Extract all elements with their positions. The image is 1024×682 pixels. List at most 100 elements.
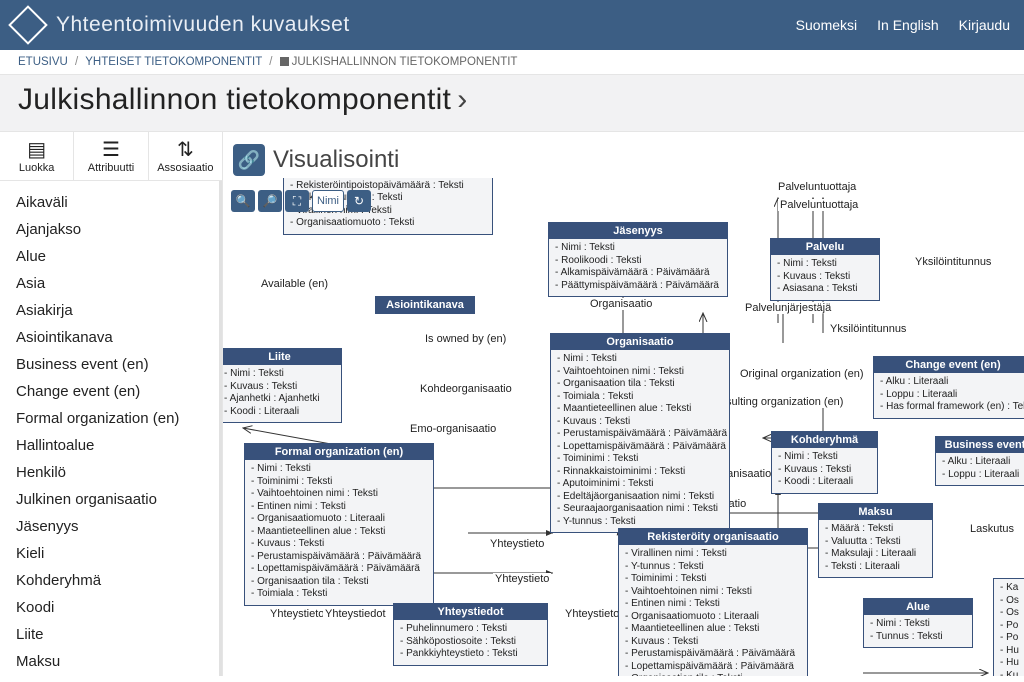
edge-label: Palvelunjärjestäjä xyxy=(743,302,833,314)
class-list-item[interactable]: Asia xyxy=(16,270,219,297)
uml-attribute: Vaihtoehtoinen nimi : Teksti xyxy=(625,586,801,599)
uml-box-alue[interactable]: Alue Nimi : TekstiTunnus : Teksti xyxy=(863,598,973,648)
class-list-item[interactable]: Hallintoalue xyxy=(16,432,219,459)
refresh-icon[interactable]: ↻ xyxy=(347,190,371,212)
uml-attribute: Nimi : Teksti xyxy=(555,242,721,255)
uml-attribute: Ka xyxy=(1000,582,1024,595)
uml-box-asiointikanava[interactable]: Asiointikanava xyxy=(375,296,475,314)
uml-box-right-partial[interactable]: KaOsOsPoPoHuHuKuKu xyxy=(993,578,1024,676)
share-icon[interactable]: 🔗 xyxy=(233,144,265,176)
uml-attribute: Ku xyxy=(1000,670,1024,677)
class-list-item[interactable]: Alue xyxy=(16,243,219,270)
uml-attribute: Po xyxy=(1000,620,1024,633)
uml-attribute: Lopettamispäivämäärä : Päivämäärä xyxy=(251,563,427,576)
breadcrumb-components[interactable]: YHTEISET TIETOKOMPONENTIT xyxy=(85,56,262,68)
class-list-item[interactable]: Asiointikanava xyxy=(16,324,219,351)
class-list-item[interactable]: Nimike xyxy=(16,675,219,676)
uml-box-organisaatio[interactable]: Organisaatio Nimi : TekstiVaihtoehtoinen… xyxy=(550,333,730,533)
class-list-item[interactable]: Koodi xyxy=(16,594,219,621)
uml-box-palvelu[interactable]: Palvelu Nimi : TekstiKuvaus : TekstiAsia… xyxy=(770,238,880,301)
visualization-toolbar: 🔍 🔎 ⛶ Nimi ↻ xyxy=(231,190,371,212)
class-list-item[interactable]: Ajanjakso xyxy=(16,216,219,243)
uml-box-kohderyhma[interactable]: Kohderyhmä Nimi : TekstiKuvaus : TekstiK… xyxy=(771,431,878,494)
class-list-item[interactable]: Aikaväli xyxy=(16,189,219,216)
edge-label: Yhteystieto xyxy=(488,538,546,550)
uml-attribute: Alku : Literaali xyxy=(942,456,1024,469)
login-link[interactable]: Kirjaudu xyxy=(959,17,1010,33)
uml-attribute: Toiminimi : Teksti xyxy=(251,476,427,489)
page-icon xyxy=(280,57,289,66)
class-list[interactable]: AikaväliAjanjaksoAlueAsiaAsiakirjaAsioin… xyxy=(0,181,222,676)
page-title-bar: Julkishallinnon tietokomponentit› xyxy=(0,74,1024,132)
breadcrumb-home[interactable]: ETUSIVU xyxy=(18,56,68,68)
uml-attribute: Perustamispäivämäärä : Päivämäärä xyxy=(557,428,723,441)
class-list-item[interactable]: Henkilö xyxy=(16,459,219,486)
uml-attribute: Entinen nimi : Teksti xyxy=(251,501,427,514)
uml-attribute: Päättymispäivämäärä : Päivämäärä xyxy=(555,280,721,293)
class-list-item[interactable]: Formal organization (en) xyxy=(16,405,219,432)
edge-label: Resulting organization (en) xyxy=(710,396,845,408)
class-list-item[interactable]: Jäsenyys xyxy=(16,513,219,540)
uml-attribute: Vaihtoehtoinen nimi : Teksti xyxy=(251,488,427,501)
uml-attribute: Nimi : Teksti xyxy=(870,618,966,631)
uml-attribute: Vaihtoehtoinen nimi : Teksti xyxy=(557,366,723,379)
uml-attribute: Entinen nimi : Teksti xyxy=(625,598,801,611)
uml-box-maksu[interactable]: Maksu Määrä : TekstiValuutta : TekstiMak… xyxy=(818,503,933,578)
uml-attribute: Maksulaji : Literaali xyxy=(825,548,926,561)
uml-attribute: Nimi : Teksti xyxy=(557,353,723,366)
uml-attribute: Toiminimi : Teksti xyxy=(557,453,723,466)
class-list-item[interactable]: Julkinen organisaatio xyxy=(16,486,219,513)
edge-label: Laskutus xyxy=(968,523,1016,535)
uml-box-change-event[interactable]: Change event (en) Alku : LiteraaliLoppu … xyxy=(873,356,1024,419)
page-title[interactable]: Julkishallinnon tietokomponentit› xyxy=(18,83,1006,117)
lang-en-link[interactable]: In English xyxy=(877,17,938,33)
class-list-item[interactable]: Liite xyxy=(16,621,219,648)
uml-attribute: Toiminimi : Teksti xyxy=(625,573,801,586)
class-list-item[interactable]: Change event (en) xyxy=(16,378,219,405)
uml-attribute: Hu xyxy=(1000,645,1024,658)
edge-label: Yhteystieto xyxy=(493,573,551,585)
uml-box-rekisteroity-organisaatio[interactable]: Rekisteröity organisaatio Virallinen nim… xyxy=(618,528,808,676)
uml-attribute: Ajanhetki : Ajanhetki xyxy=(224,393,335,406)
uml-attribute: Lopettamispäivämäärä : Päivämäärä xyxy=(625,661,801,674)
uml-attribute: Perustamispäivämäärä : Päivämäärä xyxy=(625,648,801,661)
lang-fi-link[interactable]: Suomeksi xyxy=(796,17,857,33)
uml-box-jasenyys[interactable]: Jäsenyys Nimi : TekstiRoolikoodi : Tekst… xyxy=(548,222,728,297)
diagram-canvas[interactable]: Palveluntuottaja Palveluntuottaja Yksilö… xyxy=(223,178,1024,676)
uml-attribute: Organisaation tila : Teksti xyxy=(251,576,427,589)
zoom-out-icon[interactable]: 🔎 xyxy=(258,190,282,212)
uml-attribute: Os xyxy=(1000,595,1024,608)
site-title: Yhteentoimivuuden kuvaukset xyxy=(56,13,350,37)
visualization-title: Visualisointi xyxy=(273,146,399,174)
class-list-item[interactable]: Maksu xyxy=(16,648,219,675)
uml-attribute: Valuutta : Teksti xyxy=(825,536,926,549)
uml-attribute: Maantieteellinen alue : Teksti xyxy=(251,526,427,539)
uml-attribute: Organisaatiomuoto : Literaali xyxy=(251,513,427,526)
uml-box-liite[interactable]: Liite Nimi : TekstiKuvaus : TekstiAjanhe… xyxy=(223,348,342,423)
class-list-item[interactable]: Kieli xyxy=(16,540,219,567)
class-list-item[interactable]: Asiakirja xyxy=(16,297,219,324)
tab-association[interactable]: ⇅ Assosiaatio xyxy=(149,132,222,180)
uml-attribute: Rinnakkaistoiminimi : Teksti xyxy=(557,466,723,479)
uml-attribute: Loppu : Literaali xyxy=(880,389,1024,402)
uml-box-yhteystiedot[interactable]: Yhteystiedot Puhelinnumero : TekstiSähkö… xyxy=(393,603,548,666)
uml-box-business-event[interactable]: Business event Alku : LiteraaliLoppu : L… xyxy=(935,436,1024,486)
uml-box-formal-organization[interactable]: Formal organization (en) Nimi : TekstiTo… xyxy=(244,443,434,606)
edge-label: Yksilöintitunnus xyxy=(913,256,993,268)
uml-attribute: Organisaation tila : Teksti xyxy=(625,673,801,676)
sidebar: ▤ Luokka ☰ Attribuutti ⇅ Assosiaatio Aik… xyxy=(0,132,223,676)
class-list-item[interactable]: Business event (en) xyxy=(16,351,219,378)
uml-attribute: Toimiala : Teksti xyxy=(251,588,427,601)
fullscreen-icon[interactable]: ⛶ xyxy=(285,190,309,212)
uml-attribute: Puhelinnumero : Teksti xyxy=(400,623,541,636)
tab-attribute[interactable]: ☰ Attribuutti xyxy=(74,132,148,180)
toolbar-label[interactable]: Nimi xyxy=(312,190,344,212)
uml-attribute: Kuvaus : Teksti xyxy=(224,381,335,394)
uml-attribute: Pankkiyhteystieto : Teksti xyxy=(400,648,541,661)
tab-class[interactable]: ▤ Luokka xyxy=(0,132,74,180)
uml-attribute: Organisaation tila : Teksti xyxy=(557,378,723,391)
uml-attribute: Organisaatiomuoto : Literaali xyxy=(625,611,801,624)
zoom-in-icon[interactable]: 🔍 xyxy=(231,190,255,212)
edge-label: Palveluntuottaja xyxy=(776,181,858,193)
class-list-item[interactable]: Kohderyhmä xyxy=(16,567,219,594)
